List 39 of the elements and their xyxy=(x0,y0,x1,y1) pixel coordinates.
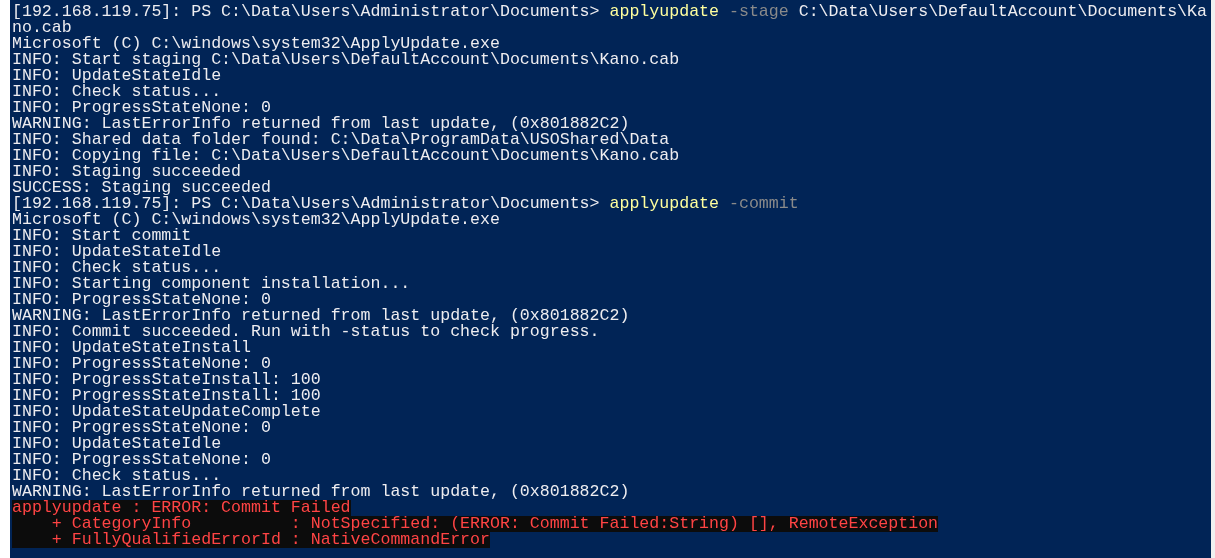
error-message: + FullyQualifiedErrorId : NativeCommandError xyxy=(12,532,490,548)
output-line: INFO: ProgressStateInstall: 100 xyxy=(12,372,321,388)
output-line: INFO: Starting component installation... xyxy=(12,276,411,292)
command-name: applyupdate xyxy=(609,4,720,20)
output-line: INFO: ProgressStateInstall: 100 xyxy=(12,388,321,404)
output-line: INFO: Check status... xyxy=(12,468,222,484)
output-line: WARNING: LastErrorInfo returned from last update, (0x801882C2) xyxy=(12,116,630,132)
command-parameter: -stage xyxy=(728,4,789,20)
output-line: INFO: UpdateStateUpdateComplete xyxy=(12,404,321,420)
output-line: INFO: Commit succeeded. Run with -status to check progress. xyxy=(12,324,600,340)
output-line: INFO: ProgressStateNone: 0 xyxy=(12,356,271,372)
output-line: INFO: UpdateStateInstall xyxy=(12,340,251,356)
output-line: INFO: UpdateStateIdle xyxy=(12,244,222,260)
output-line: INFO: ProgressStateNone: 0 xyxy=(12,420,271,436)
prompt-text: [192.168.119.75]: PS C:\Data\Users\Administrator\Documents> xyxy=(12,196,601,212)
output-line: INFO: Check status... xyxy=(12,260,222,276)
output-line: INFO: Copying file: C:\Data\Users\DefaultAccount\Documents\Kano.cab xyxy=(12,148,680,164)
output-line: INFO: UpdateStateIdle xyxy=(12,436,222,452)
error-message: applyupdate : ERROR: Commit Failed xyxy=(12,500,351,516)
output-line: INFO: Start commit xyxy=(12,228,192,244)
output-line: WARNING: LastErrorInfo returned from last update, (0x801882C2) xyxy=(12,308,630,324)
output-line: INFO: ProgressStateNone: 0 xyxy=(12,100,271,116)
prompt-text: [192.168.119.75]: PS C:\Data\Users\Administrator\Documents> xyxy=(12,4,601,20)
output-line: INFO: Staging succeeded xyxy=(12,164,242,180)
output-line: Microsoft (C) C:\windows\system32\ApplyUpdate.exe xyxy=(12,212,500,228)
output-line: WARNING: LastErrorInfo returned from last update, (0x801882C2) xyxy=(12,484,630,500)
output-line: Microsoft (C) C:\windows\system32\ApplyUpdate.exe xyxy=(12,36,500,52)
output-line: INFO: ProgressStateNone: 0 xyxy=(12,452,271,468)
output-line: no.cab xyxy=(12,20,72,36)
error-message: + CategoryInfo : NotSpecified: (ERROR: Commit Failed:String) [], RemoteException xyxy=(12,516,939,532)
output-line: INFO: Shared data folder found: C:\Data\ProgramData\USOShared\Data xyxy=(12,132,670,148)
output-line: INFO: UpdateStateIdle xyxy=(12,68,222,84)
output-line: INFO: Start staging C:\Data\Users\DefaultAccount\Documents\Kano.cab xyxy=(12,52,680,68)
command-name: applyupdate xyxy=(609,196,720,212)
output-line: INFO: ProgressStateNone: 0 xyxy=(12,292,271,308)
output-line: INFO: Check status... xyxy=(12,84,222,100)
output-line: C:\Data\Users\DefaultAccount\Documents\Ka xyxy=(797,4,1207,20)
output-line: SUCCESS: Staging succeeded xyxy=(12,180,271,196)
command-parameter: -commit xyxy=(728,196,799,212)
